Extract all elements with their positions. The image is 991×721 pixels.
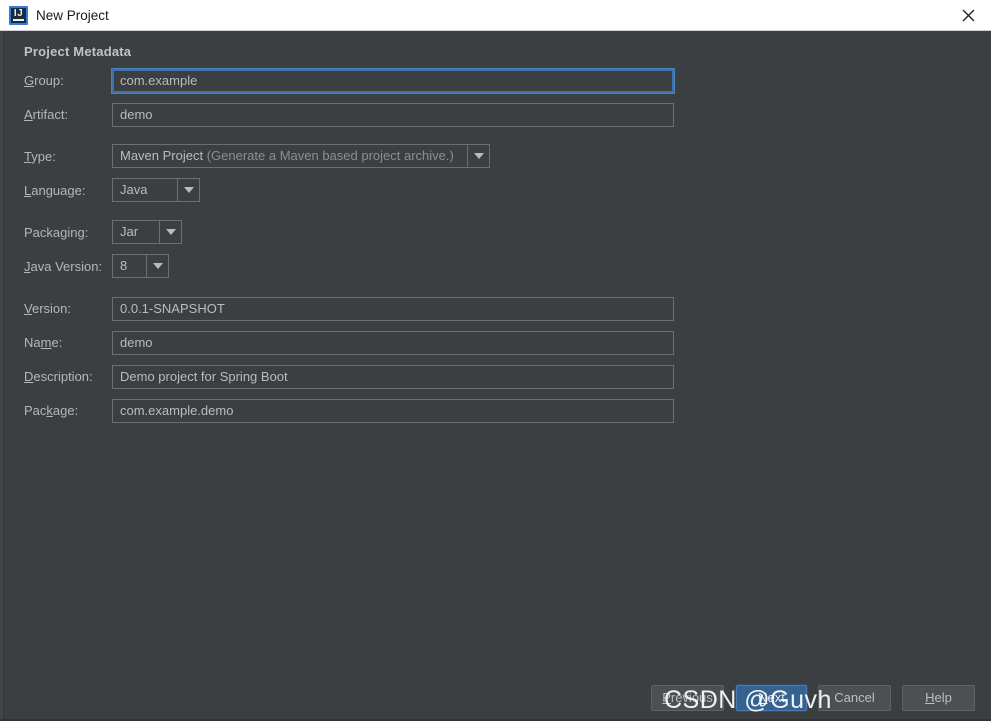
- section-title-project-metadata: Project Metadata: [24, 44, 132, 59]
- label-type: Type:: [24, 149, 56, 164]
- panel-left-edge: [0, 31, 4, 721]
- app-icon-underbar: [13, 19, 24, 21]
- dialog-content: Project Metadata Group: com.example Arti…: [0, 31, 991, 721]
- chevron-down-icon[interactable]: [177, 179, 199, 201]
- label-java-version: Java Version:: [24, 259, 103, 274]
- type-combobox-value: Maven Project (Generate a Maven based pr…: [120, 148, 454, 163]
- version-input[interactable]: 0.0.1-SNAPSHOT: [112, 297, 674, 321]
- artifact-input[interactable]: demo: [112, 103, 674, 127]
- chevron-down-icon[interactable]: [146, 255, 168, 277]
- description-input[interactable]: Demo project for Spring Boot: [112, 365, 674, 389]
- label-name: Name:: [24, 335, 63, 350]
- java-version-combobox[interactable]: 8: [112, 254, 169, 278]
- next-button[interactable]: Next: [736, 685, 807, 711]
- type-combobox[interactable]: Maven Project (Generate a Maven based pr…: [112, 144, 490, 168]
- label-artifact: Artifact:: [24, 107, 69, 122]
- chevron-down-icon[interactable]: [467, 145, 489, 167]
- label-group: Group:: [24, 73, 64, 88]
- new-project-dialog: IJ New Project Project Metadata Group: c…: [0, 0, 991, 721]
- label-package: Package:: [24, 403, 79, 418]
- close-icon[interactable]: [945, 0, 991, 30]
- label-description: Description:: [24, 369, 93, 384]
- intellij-idea-icon: IJ: [9, 6, 28, 25]
- packaging-combobox-value: Jar: [120, 224, 139, 239]
- name-input[interactable]: demo: [112, 331, 674, 355]
- java-version-combobox-value: 8: [120, 258, 128, 273]
- window-title: New Project: [36, 8, 109, 23]
- label-language: Language:: [24, 183, 86, 198]
- language-combobox-value: Java: [120, 182, 148, 197]
- app-icon-letters: IJ: [13, 8, 24, 19]
- group-input[interactable]: com.example: [111, 68, 675, 94]
- previous-button[interactable]: Previous: [651, 685, 724, 711]
- packaging-combobox[interactable]: Jar: [112, 220, 182, 244]
- title-bar: IJ New Project: [0, 0, 991, 31]
- language-combobox[interactable]: Java: [112, 178, 200, 202]
- package-input[interactable]: com.example.demo: [112, 399, 674, 423]
- label-packaging: Packaging:: [24, 225, 89, 240]
- help-button[interactable]: Help: [902, 685, 975, 711]
- label-version: Version:: [24, 301, 71, 316]
- chevron-down-icon[interactable]: [159, 221, 181, 243]
- cancel-button[interactable]: Cancel: [818, 685, 891, 711]
